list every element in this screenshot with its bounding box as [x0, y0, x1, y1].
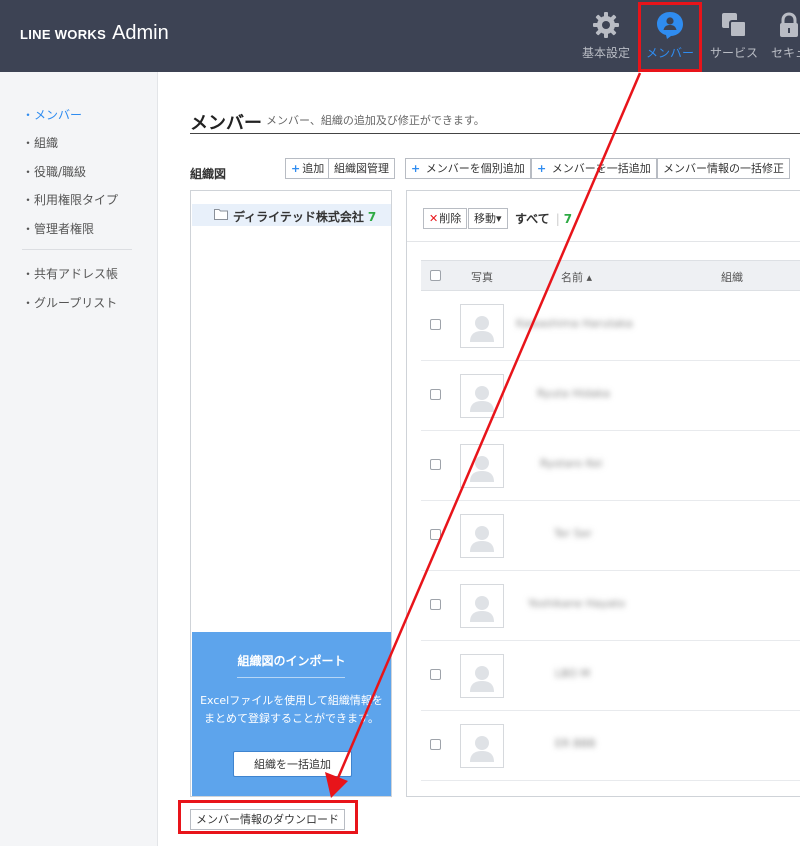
annotation-arrow — [325, 72, 642, 798]
arrowhead-icon — [325, 772, 348, 798]
